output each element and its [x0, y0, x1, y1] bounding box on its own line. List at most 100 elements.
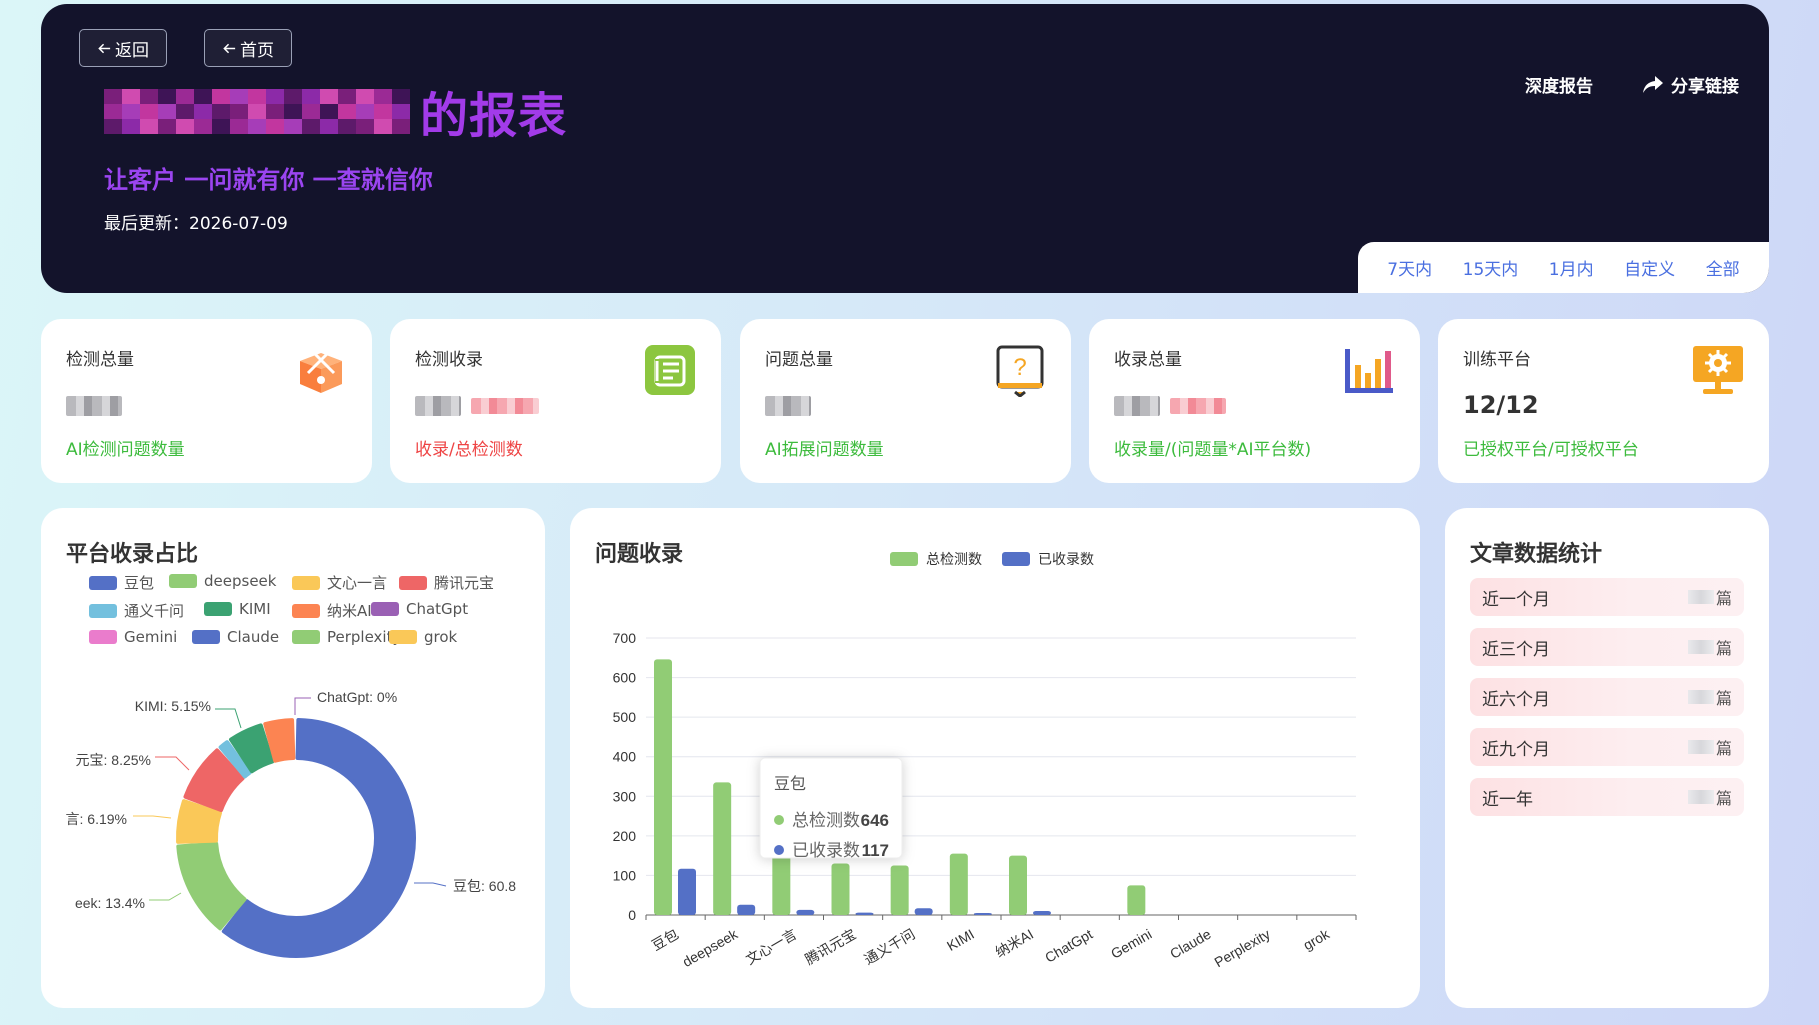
redacted-value	[1687, 690, 1714, 704]
home-button[interactable]: 首页	[204, 29, 292, 67]
stat-card-detect-total: 检测总量 AI检测问题数量	[41, 319, 372, 483]
bar-chart-icon	[1345, 349, 1393, 393]
leader-line	[149, 893, 181, 900]
share-link-label: 分享链接	[1671, 77, 1739, 97]
article-stats-panel: 文章数据统计 近一个月 篇 近三个月 篇 近六个月 篇 近九个月 篇 近一年 篇	[1445, 508, 1769, 1008]
mosaic-cell	[392, 118, 410, 134]
bar-total	[1127, 885, 1146, 915]
bar-included	[914, 908, 933, 915]
mosaic-cell	[194, 88, 212, 104]
mosaic-cell	[338, 103, 356, 119]
mosaic-cell	[194, 103, 212, 119]
filter-7d[interactable]: 7天内	[1387, 255, 1432, 280]
article-row-6m: 近六个月 篇	[1470, 678, 1744, 716]
redacted-value	[1114, 396, 1160, 416]
mosaic-cell	[392, 103, 410, 119]
mosaic-cell	[140, 88, 158, 104]
mosaic-cell	[266, 103, 284, 119]
home-label: 首页	[240, 40, 274, 61]
stat-sub: 已授权平台/可授权平台	[1463, 440, 1639, 460]
question-included-panel: 问题收录 0 100 200 300 400 500 600 700 豆包 deepseek 文心一…	[570, 508, 1420, 1008]
mosaic-cell	[338, 88, 356, 104]
arrow-left-icon	[223, 43, 236, 53]
tooltip-value: 117	[862, 841, 889, 860]
stat-label: 训练平台	[1463, 350, 1531, 370]
page-title: 的报表	[420, 88, 568, 144]
filter-custom[interactable]: 自定义	[1624, 255, 1675, 280]
tooltip-series-name: 总检测数	[792, 811, 860, 830]
tooltip-value: 646	[861, 811, 889, 830]
article-row-1y: 近一年 篇	[1470, 778, 1744, 816]
donut-chart: 豆包: 60.8 eek: 13.4% 言: 6.19% 元宝: 8.25% KIMI:…	[41, 508, 545, 1008]
leader-line	[295, 698, 311, 715]
x-tick-label: 腾讯元宝	[802, 926, 858, 968]
share-link-button[interactable]: 分享链接	[1641, 72, 1739, 97]
bar-included	[973, 913, 992, 915]
stat-label: 问题总量	[765, 350, 833, 370]
mosaic-cell	[140, 118, 158, 134]
list-icon	[645, 345, 695, 395]
article-unit: 篇	[1715, 589, 1732, 608]
stat-sub: AI检测问题数量	[66, 440, 185, 460]
redacted-value	[415, 396, 461, 416]
stat-value	[415, 391, 539, 419]
mosaic-cell	[122, 88, 140, 104]
mosaic-cell	[104, 118, 122, 134]
leader-line	[155, 757, 189, 770]
legend-label: 总检测数	[926, 551, 982, 567]
deep-report-link[interactable]: 深度报告	[1525, 72, 1593, 97]
mosaic-cell	[194, 118, 212, 134]
bar-included	[1033, 911, 1051, 915]
stat-card-detect-included: 检测收录 收录/总检测数	[390, 319, 721, 483]
bar-total	[772, 855, 791, 915]
stat-value: 12/12	[1463, 391, 1539, 419]
mosaic-cell	[374, 118, 392, 134]
article-row-label: 近六个月	[1482, 689, 1550, 710]
back-label: 返回	[115, 40, 149, 61]
bar-total	[713, 782, 732, 915]
title-row: 的报表	[104, 76, 567, 146]
mosaic-cell	[230, 88, 248, 104]
bar-total	[831, 863, 850, 915]
mosaic-cell	[248, 118, 266, 134]
leader-line	[414, 883, 446, 886]
mosaic-cell	[158, 103, 176, 119]
y-tick-label: 400	[613, 749, 637, 765]
mosaic-cell	[212, 103, 230, 119]
back-button[interactable]: 返回	[79, 29, 167, 67]
stat-label: 检测总量	[66, 350, 134, 370]
bar-included	[737, 904, 756, 915]
bar-total	[890, 865, 909, 915]
filter-1m[interactable]: 1月内	[1549, 255, 1594, 280]
bar-included	[678, 868, 696, 915]
mosaic-cell	[320, 88, 338, 104]
filter-15d[interactable]: 15天内	[1463, 255, 1519, 280]
deep-report-label: 深度报告	[1525, 77, 1593, 97]
legend-swatch	[1002, 552, 1030, 566]
redacted-value	[1687, 790, 1714, 804]
mosaic-cell	[122, 103, 140, 119]
report-header: 返回 首页 的报表 让客户 一问就有你 一查就信你 最后更新：2026-07-0…	[41, 4, 1769, 293]
y-tick-label: 100	[613, 867, 637, 883]
tooltip-title: 豆包	[774, 775, 806, 793]
stat-card-included-total: 收录总量 收录量/(问题量*AI平台数)	[1089, 319, 1420, 483]
y-tick-label: 500	[613, 709, 637, 725]
article-row-value: 篇	[1687, 735, 1732, 759]
redacted-value	[66, 396, 122, 416]
article-unit: 篇	[1715, 789, 1732, 808]
stat-card-question-total: 问题总量 AI拓展问题数量 ?	[740, 319, 1071, 483]
x-tick-label: deepseek	[680, 925, 741, 970]
mosaic-cell	[320, 103, 338, 119]
tooltip-marker	[774, 845, 784, 855]
box-icon	[300, 345, 342, 393]
mosaic-cell	[374, 88, 392, 104]
redacted-value	[1687, 740, 1714, 754]
mosaic-cell	[212, 118, 230, 134]
svg-text:?: ?	[1013, 354, 1026, 381]
bar-included	[796, 909, 815, 915]
filter-all[interactable]: 全部	[1706, 255, 1740, 280]
stat-value	[66, 391, 122, 419]
x-tick-label: 文心一言	[743, 926, 799, 968]
mosaic-cell	[104, 88, 122, 104]
redacted-value	[471, 398, 539, 414]
